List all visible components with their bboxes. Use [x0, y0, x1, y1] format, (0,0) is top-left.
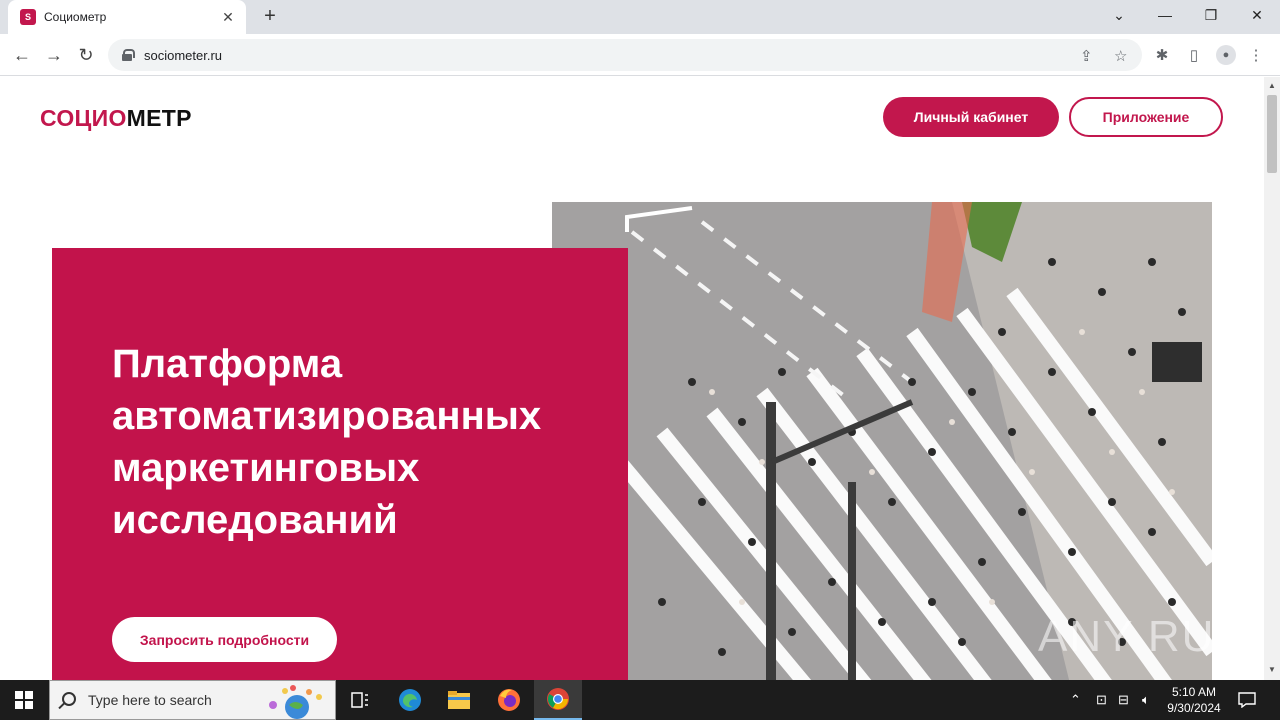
- clock-time: 5:10 AM: [1171, 685, 1217, 699]
- scroll-down-arrow-icon[interactable]: ▼: [1268, 665, 1276, 674]
- back-arrow-icon[interactable]: ←: [8, 41, 36, 69]
- windows-logo-icon: [15, 691, 33, 709]
- personal-cabinet-button[interactable]: Личный кабинет: [883, 97, 1059, 137]
- hero-title: Платформа автоматизированных маркетингов…: [112, 342, 542, 542]
- tray-device-icon[interactable]: ⊡: [1096, 680, 1107, 720]
- edge-browser-icon[interactable]: [386, 680, 434, 720]
- taskbar-clock[interactable]: 5:10 AM 9/30/2024: [1160, 684, 1228, 716]
- bookmark-star-icon[interactable]: ☆: [1114, 47, 1127, 65]
- logo-part-metr: МЕТР: [126, 105, 192, 131]
- clock-date: 9/30/2024: [1167, 701, 1221, 715]
- file-explorer-icon[interactable]: [435, 680, 483, 720]
- app-button[interactable]: Приложение: [1069, 97, 1223, 137]
- crosswalk-illustration: [552, 202, 1212, 680]
- tab-close-icon[interactable]: ✕: [220, 9, 236, 26]
- volume-icon[interactable]: 🔈︎: [1142, 680, 1150, 720]
- forward-arrow-icon[interactable]: →: [40, 41, 68, 69]
- task-view-icon[interactable]: [336, 680, 384, 720]
- url-text[interactable]: sociometer.ru: [144, 48, 222, 63]
- windows-taskbar: Type here to search ⌃ ⊡ ⊟ 🔈︎ 5:10 AM 9/3…: [0, 680, 1280, 720]
- side-panel-icon[interactable]: ▯: [1182, 43, 1206, 67]
- scroll-thumb[interactable]: [1267, 95, 1277, 173]
- lock-icon[interactable]: [122, 49, 135, 61]
- windows-start-button[interactable]: [0, 680, 48, 720]
- address-bar[interactable]: sociometer.ru ⇪ ☆: [108, 39, 1142, 71]
- search-placeholder: Type here to search: [88, 692, 212, 708]
- search-icon: [62, 692, 76, 706]
- menu-kebab-icon[interactable]: ⋮: [1244, 43, 1268, 67]
- browser-tab[interactable]: S Социометр ✕: [8, 0, 246, 34]
- firefox-icon[interactable]: [485, 680, 533, 720]
- network-icon[interactable]: ⊟: [1118, 680, 1129, 720]
- browser-toolbar: ← → ↻ sociometer.ru ⇪ ☆ ✱ ▯ ● ⋮: [0, 34, 1280, 76]
- browser-tab-bar: S Социометр ✕ + ⌄ — ❐ ✕: [0, 0, 1280, 34]
- site-logo[interactable]: СОЦИОМЕТР: [40, 105, 192, 132]
- close-window-button[interactable]: ✕: [1234, 0, 1280, 30]
- taskbar-search-box[interactable]: Type here to search: [49, 680, 336, 720]
- hero-banner: Платформа автоматизированных маркетингов…: [52, 248, 628, 680]
- scroll-up-arrow-icon[interactable]: ▲: [1268, 81, 1276, 90]
- share-icon[interactable]: ⇪: [1080, 47, 1093, 65]
- tray-chevron-icon[interactable]: ⌃: [1070, 680, 1081, 720]
- extensions-puzzle-icon[interactable]: ✱: [1150, 43, 1174, 67]
- page-viewport: СОЦИОМЕТР Личный кабинет Приложение Плат…: [0, 77, 1264, 680]
- page-scrollbar[interactable]: ▲ ▼: [1264, 77, 1280, 680]
- request-details-button[interactable]: Запросить подробности: [112, 617, 337, 662]
- crowd-crosswalk-photo: [552, 202, 1212, 680]
- logo-part-socio: СОЦИО: [40, 105, 127, 131]
- minimize-button[interactable]: —: [1142, 0, 1188, 30]
- notifications-icon[interactable]: [1238, 680, 1256, 720]
- search-highlight-icon: [269, 685, 322, 719]
- new-tab-button[interactable]: +: [258, 4, 282, 28]
- tab-search-icon[interactable]: ⌄: [1096, 0, 1142, 30]
- restore-button[interactable]: ❐: [1188, 0, 1234, 30]
- profile-avatar-icon[interactable]: ●: [1214, 43, 1238, 67]
- site-favicon-icon: S: [20, 9, 36, 25]
- anyrun-watermark: ANY RUN: [1038, 612, 1250, 661]
- chrome-taskbar-icon[interactable]: [534, 680, 582, 720]
- tab-title: Социометр: [44, 10, 107, 24]
- reload-icon[interactable]: ↻: [72, 41, 100, 69]
